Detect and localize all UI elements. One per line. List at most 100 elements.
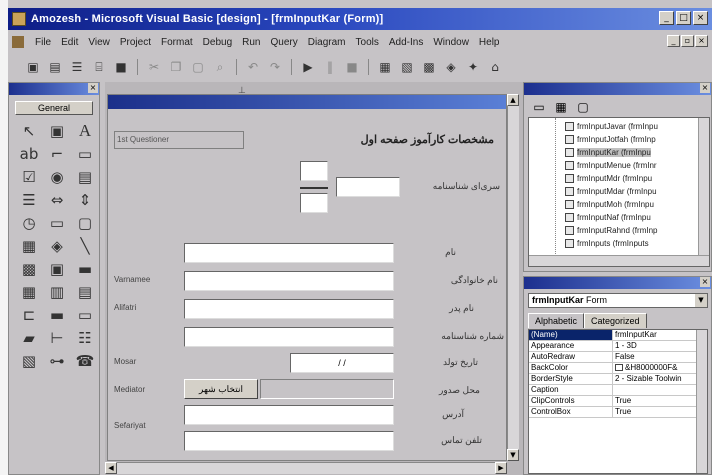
frame-caption[interactable]: 1st Questioner — [114, 131, 244, 149]
menu-format[interactable]: Format — [156, 37, 198, 48]
datagrid-icon[interactable]: ▤ — [73, 280, 97, 303]
grid-icon[interactable]: ▦ — [17, 280, 41, 303]
checkbox-icon[interactable]: ☑ — [17, 165, 41, 188]
scroll-down-icon[interactable]: ▼ — [507, 449, 519, 461]
property-row[interactable]: Appearance 1 - 3D — [529, 341, 707, 352]
tree-item[interactable]: frmInputJavar (frmInpu — [565, 120, 658, 132]
form-system-menu-icon[interactable] — [12, 36, 24, 48]
menu-view[interactable]: View — [83, 37, 115, 48]
name-input[interactable] — [184, 243, 394, 263]
menu-project[interactable]: Project — [115, 37, 156, 48]
family-input[interactable] — [184, 271, 394, 291]
toggle-folders-icon[interactable]: ▢ — [574, 99, 592, 115]
designer-horizontal-scrollbar[interactable]: ◀ ▶ — [105, 462, 507, 474]
phone-input[interactable] — [184, 431, 394, 451]
scroll-left-icon[interactable]: ◀ — [105, 462, 117, 474]
progressbar-icon[interactable]: ▰ — [17, 326, 41, 349]
tree-item[interactable]: frmInputRahnd (frmInp — [565, 224, 657, 236]
properties-close-button[interactable]: × — [700, 277, 710, 287]
project-explorer-icon[interactable]: ▦ — [376, 58, 394, 76]
add-project-icon[interactable]: ▣ — [24, 58, 42, 76]
data-view-icon[interactable]: ⌂ — [486, 58, 504, 76]
combobox-icon[interactable]: ▤ — [73, 165, 97, 188]
mdi-minimize-button[interactable]: _ — [667, 35, 680, 47]
birthdate-input[interactable]: / / — [290, 353, 394, 373]
filelistbox-icon[interactable]: ▦ — [17, 234, 41, 257]
menu-run[interactable]: Run — [237, 37, 265, 48]
close-button[interactable]: × — [693, 11, 708, 25]
optionbutton-icon[interactable]: ◉ — [45, 165, 69, 188]
tree-item[interactable]: frmInputMenue (frmInr — [565, 159, 657, 171]
menu-add-ins[interactable]: Add-Ins — [384, 37, 428, 48]
property-row[interactable]: AutoRedraw False — [529, 352, 707, 363]
hscrollbar-icon[interactable]: ⇔ — [45, 188, 69, 211]
label-icon[interactable]: A — [73, 119, 97, 142]
paste-icon[interactable]: ▢ — [189, 58, 207, 76]
project-close-button[interactable]: × — [700, 83, 710, 93]
tree-item[interactable]: frmInputMdar (frmInpu — [565, 185, 657, 197]
listbox-icon[interactable]: ☰ — [17, 188, 41, 211]
image-icon[interactable]: ▩ — [17, 257, 41, 280]
form-heading[interactable]: مشخصات کارآموز صفحه اول — [304, 133, 494, 146]
undo-icon[interactable]: ↶ — [244, 58, 262, 76]
toolbox-general-tab[interactable]: General — [15, 101, 93, 115]
serial-part1-input[interactable] — [300, 161, 328, 181]
toolbox-title-bar[interactable]: × — [9, 83, 99, 95]
pointer-icon[interactable]: ↖ — [17, 119, 41, 142]
tree-item[interactable]: frmInputMoh (frmInpu — [565, 198, 654, 210]
shape-icon[interactable]: ◈ — [45, 234, 69, 257]
tree-item[interactable]: frmInputNaf (frmInpu — [565, 211, 651, 223]
mdi-restore-button[interactable]: ▫ — [681, 35, 694, 47]
open-icon[interactable]: ⌸ — [90, 58, 108, 76]
tree-item[interactable]: frmInputMdr (frmInpu — [565, 172, 652, 184]
break-icon[interactable]: ‖ — [321, 58, 339, 76]
tree-item-selected[interactable]: frmInputKar (frmInpu — [565, 146, 651, 158]
form-title-bar[interactable]: ⊥ — [108, 86, 506, 109]
dirlistbox-icon[interactable]: ▢ — [73, 211, 97, 234]
line-icon[interactable]: ╲ — [73, 234, 97, 257]
mdi-close-button[interactable]: × — [695, 35, 708, 47]
scroll-up-icon[interactable]: ▲ — [507, 94, 519, 106]
tree-item[interactable]: frmInputs (frmInputs — [565, 237, 649, 249]
father-name-input[interactable] — [184, 299, 394, 319]
properties-title-bar[interactable]: × — [524, 277, 711, 289]
menu-diagram[interactable]: Diagram — [303, 37, 351, 48]
menu-editor-icon[interactable]: ☰ — [68, 58, 86, 76]
tab-categorized[interactable]: Categorized — [584, 313, 647, 328]
menu-debug[interactable]: Debug — [198, 37, 237, 48]
treeview-icon[interactable]: ⊢ — [45, 326, 69, 349]
save-icon[interactable]: ■ — [112, 58, 130, 76]
property-row[interactable]: (Name) frmInputKar — [529, 330, 707, 341]
form-layout-icon[interactable]: ▩ — [420, 58, 438, 76]
menu-file[interactable]: File — [30, 37, 56, 48]
timer-icon[interactable]: ◷ — [17, 211, 41, 234]
title-bar[interactable]: Amozesh - Microsoft Visual Basic [design… — [8, 8, 712, 30]
start-icon[interactable]: ▶ — [299, 58, 317, 76]
view-code-icon[interactable]: ▭ — [530, 99, 548, 115]
find-icon[interactable]: ⌕ — [211, 58, 229, 76]
chart-icon[interactable]: ▥ — [45, 280, 69, 303]
tree-item[interactable]: frmInputJotfah (frmInp — [565, 133, 656, 145]
project-vertical-scrollbar[interactable] — [698, 118, 709, 256]
end-icon[interactable]: ■ — [343, 58, 361, 76]
properties-scrollbar[interactable] — [696, 330, 707, 473]
add-form-icon[interactable]: ▤ — [46, 58, 64, 76]
data-icon[interactable]: ▣ — [45, 257, 69, 280]
minimize-button[interactable]: _ — [659, 11, 674, 25]
object-selector[interactable]: frmInputKar Form ▼ — [528, 293, 708, 308]
property-row[interactable]: BackColor &H8000000F& — [529, 363, 707, 374]
toolbox-icon[interactable]: ✦ — [464, 58, 482, 76]
project-title-bar[interactable]: × — [524, 83, 711, 95]
project-horizontal-scrollbar[interactable] — [529, 255, 709, 266]
textbox-icon[interactable]: ab — [17, 142, 41, 165]
vscrollbar-icon[interactable]: ⇕ — [73, 188, 97, 211]
property-row[interactable]: ControlBox True — [529, 407, 707, 418]
properties-icon[interactable]: ▧ — [398, 58, 416, 76]
address-input[interactable] — [184, 405, 394, 425]
redo-icon[interactable]: ↷ — [266, 58, 284, 76]
object-browser-icon[interactable]: ◈ — [442, 58, 460, 76]
vb-app-icon[interactable] — [12, 12, 26, 26]
serial-part2-input[interactable] — [300, 193, 328, 213]
select-city-button[interactable]: انتخاب شهر — [184, 379, 258, 399]
tabstrip-icon[interactable]: ⊏ — [17, 303, 41, 326]
